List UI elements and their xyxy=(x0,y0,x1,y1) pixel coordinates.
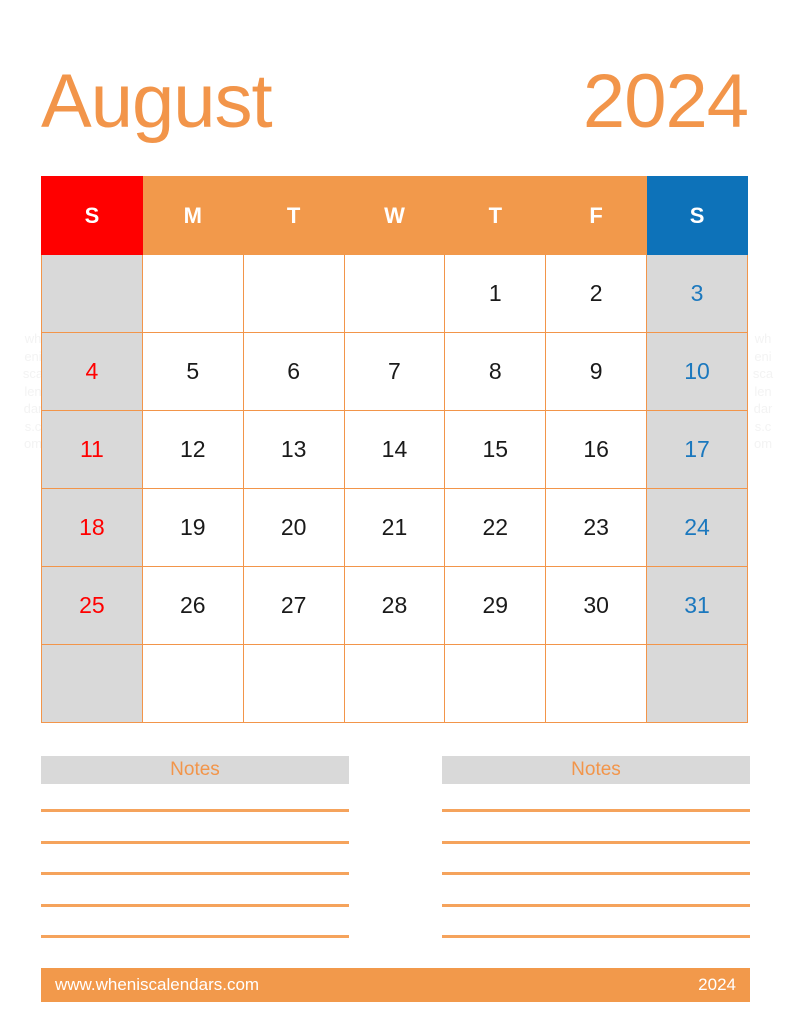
day-cell[interactable]: 24 xyxy=(646,488,748,567)
notes-section: Notes Notes xyxy=(41,756,750,967)
weekday-header-friday: F xyxy=(545,176,648,255)
title-year: 2024 xyxy=(582,59,749,144)
day-cell[interactable]: 1 xyxy=(444,254,547,333)
weekday-header-thursday: T xyxy=(444,176,547,255)
notes-header-left: Notes xyxy=(41,756,349,784)
calendar-body: 1 2 3 4 5 6 7 8 9 10 11 12 13 14 15 16 1… xyxy=(41,254,748,723)
weekday-header-tuesday: T xyxy=(242,176,345,255)
note-line[interactable] xyxy=(442,840,750,844)
calendar-week-row: 25 26 27 28 29 30 31 xyxy=(41,566,748,645)
day-cell[interactable]: 27 xyxy=(242,566,345,645)
calendar-week-row: 1 2 3 xyxy=(41,254,748,333)
day-cell[interactable]: 20 xyxy=(242,488,345,567)
note-line[interactable] xyxy=(41,872,349,875)
day-cell[interactable]: 29 xyxy=(444,566,547,645)
day-cell[interactable] xyxy=(343,644,446,723)
day-cell[interactable]: 5 xyxy=(141,332,244,411)
note-line[interactable] xyxy=(442,809,750,812)
notes-header-right: Notes xyxy=(442,756,750,784)
day-cell[interactable] xyxy=(646,644,748,723)
day-cell[interactable]: 8 xyxy=(444,332,547,411)
note-line[interactable] xyxy=(41,903,349,907)
day-cell[interactable]: 28 xyxy=(343,566,446,645)
note-line[interactable] xyxy=(41,809,349,812)
day-cell[interactable]: 13 xyxy=(242,410,345,489)
note-line[interactable] xyxy=(442,872,750,875)
title-month: August xyxy=(41,59,273,144)
day-cell[interactable]: 9 xyxy=(545,332,648,411)
day-cell[interactable]: 15 xyxy=(444,410,547,489)
day-cell[interactable]: 10 xyxy=(646,332,748,411)
notes-lines-left[interactable] xyxy=(41,809,349,938)
note-line[interactable] xyxy=(442,903,750,907)
weekday-header-sunday: S xyxy=(41,176,143,255)
calendar-week-row xyxy=(41,644,748,723)
page-footer: www.wheniscalendars.com 2024 xyxy=(41,968,750,1002)
weekday-header-row: S M T W T F S xyxy=(41,176,748,255)
day-cell[interactable]: 12 xyxy=(141,410,244,489)
day-cell[interactable] xyxy=(41,254,143,333)
day-cell[interactable]: 26 xyxy=(141,566,244,645)
calendar-page: wheniscalendars.com wheniscalendars.com … xyxy=(0,0,792,1024)
day-cell[interactable]: 7 xyxy=(343,332,446,411)
day-cell[interactable]: 23 xyxy=(545,488,648,567)
day-cell[interactable]: 31 xyxy=(646,566,748,645)
day-cell[interactable]: 11 xyxy=(41,410,143,489)
notes-lines-right[interactable] xyxy=(442,809,750,938)
note-line[interactable] xyxy=(41,840,349,844)
calendar-header-row: S M T W T F S xyxy=(41,176,748,255)
day-cell[interactable] xyxy=(343,254,446,333)
day-cell[interactable]: 4 xyxy=(41,332,143,411)
day-cell[interactable]: 16 xyxy=(545,410,648,489)
day-cell[interactable] xyxy=(242,254,345,333)
calendar-title: August 2024 xyxy=(41,52,749,152)
day-cell[interactable] xyxy=(41,644,143,723)
day-cell[interactable]: 17 xyxy=(646,410,748,489)
day-cell[interactable]: 14 xyxy=(343,410,446,489)
day-cell[interactable] xyxy=(545,644,648,723)
calendar-week-row: 18 19 20 21 22 23 24 xyxy=(41,488,748,567)
note-line[interactable] xyxy=(442,935,750,938)
notes-column-left: Notes xyxy=(41,756,349,967)
watermark-right: wheniscalendars.com xyxy=(752,331,774,451)
footer-website-link[interactable]: www.wheniscalendars.com xyxy=(55,975,259,995)
day-cell[interactable]: 3 xyxy=(646,254,748,333)
calendar-week-row: 4 5 6 7 8 9 10 xyxy=(41,332,748,411)
note-line[interactable] xyxy=(41,935,349,938)
weekday-header-monday: M xyxy=(141,176,244,255)
weekday-header-wednesday: W xyxy=(343,176,446,255)
day-cell[interactable]: 21 xyxy=(343,488,446,567)
calendar-week-row: 11 12 13 14 15 16 17 xyxy=(41,410,748,489)
day-cell[interactable]: 2 xyxy=(545,254,648,333)
day-cell[interactable] xyxy=(444,644,547,723)
day-cell[interactable]: 18 xyxy=(41,488,143,567)
footer-year: 2024 xyxy=(698,975,736,994)
day-cell[interactable] xyxy=(141,254,244,333)
day-cell[interactable]: 22 xyxy=(444,488,547,567)
day-cell[interactable]: 6 xyxy=(242,332,345,411)
day-cell[interactable]: 19 xyxy=(141,488,244,567)
calendar-grid: S M T W T F S 1 2 3 4 5 6 7 8 9 10 11 12… xyxy=(41,176,748,723)
day-cell[interactable]: 25 xyxy=(41,566,143,645)
day-cell[interactable] xyxy=(242,644,345,723)
notes-column-right: Notes xyxy=(442,756,750,967)
day-cell[interactable] xyxy=(141,644,244,723)
weekday-header-saturday: S xyxy=(646,176,748,255)
day-cell[interactable]: 30 xyxy=(545,566,648,645)
